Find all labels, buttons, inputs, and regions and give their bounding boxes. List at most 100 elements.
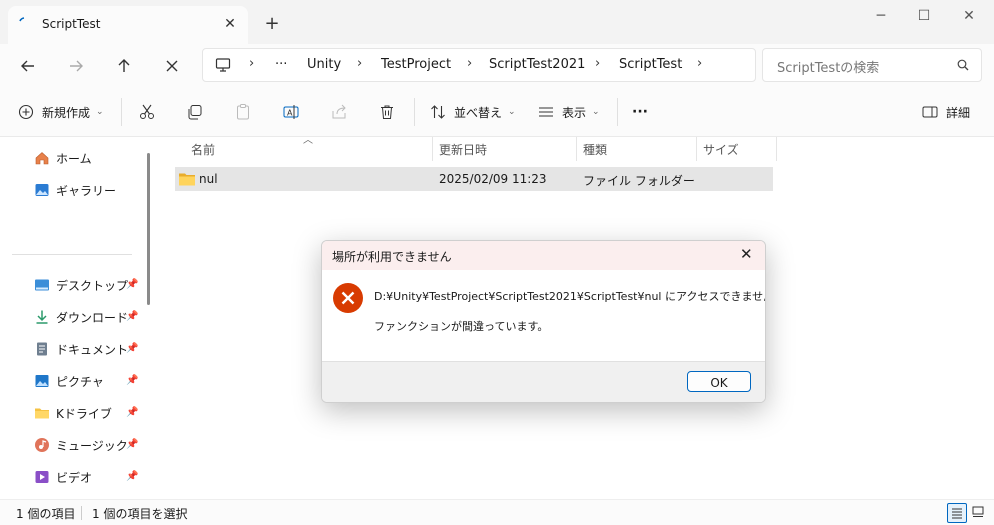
- delete-button[interactable]: [378, 100, 396, 124]
- share-button[interactable]: [330, 100, 348, 124]
- selection-count: 1 個の項目を選択: [92, 507, 188, 521]
- ok-button[interactable]: OK: [687, 371, 751, 392]
- chevron-down-icon: ⌄: [96, 107, 104, 117]
- chevron-right-icon: ›: [357, 56, 363, 71]
- address-bar[interactable]: › ··· Unity › TestProject › ScriptTest20…: [202, 48, 756, 82]
- divider: [414, 98, 415, 126]
- error-message: D:¥Unity¥TestProject¥ScriptTest2021¥Scri…: [374, 290, 766, 303]
- sidebar-item-desktop[interactable]: デスクトップ: [34, 274, 128, 296]
- sidebar-item-label: ホーム: [56, 151, 92, 166]
- file-name: nul: [199, 172, 218, 186]
- close-window-button[interactable]: ✕: [958, 6, 980, 26]
- sort-ascending-icon: ︿: [303, 135, 313, 146]
- sidebar-item-label: ダウンロード: [56, 310, 129, 325]
- arrow-left-icon: [21, 60, 34, 72]
- music-icon: [35, 438, 49, 452]
- navigation-row: › ··· Unity › TestProject › ScriptTest20…: [0, 44, 994, 88]
- arrow-right-icon: [70, 60, 83, 72]
- stop-button[interactable]: [160, 54, 184, 78]
- new-tab-button[interactable]: +: [262, 14, 282, 34]
- new-button[interactable]: 新規作成 ⌄: [18, 100, 104, 124]
- maximize-button[interactable]: ☐: [913, 6, 935, 26]
- search-icon: [957, 59, 969, 71]
- sidebar-item-k-drive[interactable]: Kドライブ: [34, 402, 112, 424]
- column-header-modified[interactable]: 更新日時: [439, 141, 487, 158]
- sidebar-item-home[interactable]: ホーム: [34, 147, 92, 169]
- pin-icon: 📌: [126, 343, 139, 354]
- sidebar-divider: [12, 254, 132, 255]
- gallery-icon: [35, 184, 49, 196]
- sidebar-item-label: ドキュメント: [56, 342, 129, 357]
- pin-icon: 📌: [126, 279, 139, 290]
- sidebar-item-label: ピクチャ: [56, 374, 104, 389]
- cut-button[interactable]: [138, 100, 156, 124]
- file-modified: 2025/02/09 11:23: [439, 172, 547, 186]
- up-button[interactable]: [112, 54, 136, 78]
- breadcrumb-unity[interactable]: Unity: [307, 57, 341, 72]
- column-header-size[interactable]: サイズ: [703, 141, 739, 158]
- sidebar-item-documents[interactable]: ドキュメント: [34, 338, 128, 360]
- trash-icon: [381, 105, 393, 119]
- details-pane-button[interactable]: 詳細: [922, 100, 970, 124]
- sidebar-item-label: ギャラリー: [56, 183, 117, 198]
- navigation-pane: ホーム ギャラリー デスクトップ 📌 ダウンロード 📌 ドキュメント 📌 ピクチ…: [0, 137, 158, 499]
- table-row[interactable]: nul 2025/02/09 11:23 ファイル フォルダー: [175, 167, 773, 191]
- pin-icon: 📌: [126, 375, 139, 386]
- tab-scripttest[interactable]: ScriptTest ✕: [8, 6, 248, 44]
- chevron-right-icon: ›: [249, 56, 255, 71]
- back-button[interactable]: [16, 54, 40, 78]
- minimize-button[interactable]: ─: [870, 6, 892, 26]
- column-divider[interactable]: [432, 137, 433, 161]
- sort-label: 並べ替え: [454, 105, 503, 120]
- column-divider[interactable]: [576, 137, 577, 161]
- sidebar-item-pictures[interactable]: ピクチャ: [34, 370, 104, 392]
- more-button[interactable]: ···: [632, 100, 648, 124]
- dialog-footer: OK: [322, 361, 765, 402]
- tab-title: ScriptTest: [42, 17, 101, 31]
- column-header-name[interactable]: 名前: [191, 141, 215, 158]
- plus-circle-icon: [18, 104, 34, 120]
- sidebar-item-downloads[interactable]: ダウンロード: [34, 306, 128, 328]
- breadcrumb-testproject[interactable]: TestProject: [381, 57, 451, 72]
- copy-icon: [188, 105, 202, 120]
- title-bar: ScriptTest ✕ + ─ ☐ ✕: [0, 0, 994, 44]
- breadcrumb-scripttest2021[interactable]: ScriptTest2021: [489, 57, 585, 72]
- pin-icon: 📌: [126, 407, 139, 418]
- home-icon: [35, 152, 49, 165]
- pin-icon: 📌: [126, 439, 139, 450]
- tab-close-button[interactable]: ✕: [220, 14, 240, 34]
- column-header-type[interactable]: 種類: [583, 141, 607, 158]
- chevron-down-icon: ⌄: [592, 107, 600, 117]
- column-divider[interactable]: [696, 137, 697, 161]
- list-view-icon: [539, 107, 553, 117]
- dialog-body: D:¥Unity¥TestProject¥ScriptTest2021¥Scri…: [322, 270, 765, 361]
- sidebar-item-videos[interactable]: ビデオ: [34, 466, 92, 488]
- details-view-icon: [952, 508, 962, 519]
- sidebar-scrollbar[interactable]: [147, 153, 150, 305]
- paste-button[interactable]: [234, 100, 252, 124]
- breadcrumb-scripttest[interactable]: ScriptTest: [619, 57, 682, 72]
- desktop-icon: [35, 279, 49, 291]
- large-icons-view-button[interactable]: [969, 503, 987, 521]
- copy-button[interactable]: [186, 100, 204, 124]
- search-box[interactable]: ScriptTestの検索: [762, 48, 982, 82]
- sidebar-item-label: ミュージック: [56, 438, 128, 453]
- error-icon: [333, 283, 363, 313]
- command-bar: 新規作成 ⌄ A 並べ替え ⌄ 表示 ⌄ ··· 詳細: [0, 88, 994, 137]
- view-button[interactable]: 表示 ⌄: [538, 100, 600, 124]
- loading-icon: [19, 17, 25, 22]
- details-view-button[interactable]: [947, 503, 967, 523]
- column-divider[interactable]: [776, 137, 777, 161]
- scissors-icon: [140, 104, 154, 119]
- sidebar-item-gallery[interactable]: ギャラリー: [34, 179, 116, 201]
- folder-icon: [35, 408, 49, 419]
- sidebar-item-label: Kドライブ: [56, 406, 112, 421]
- sidebar-item-label: デスクトップ: [56, 278, 129, 293]
- computer-icon: [215, 58, 231, 72]
- sidebar-item-music[interactable]: ミュージック: [34, 434, 128, 456]
- sort-button[interactable]: 並べ替え ⌄: [430, 100, 516, 124]
- dialog-close-button[interactable]: ✕: [740, 245, 753, 263]
- forward-button[interactable]: [64, 54, 88, 78]
- breadcrumb-ellipsis[interactable]: ···: [275, 57, 287, 72]
- rename-button[interactable]: A: [282, 100, 300, 124]
